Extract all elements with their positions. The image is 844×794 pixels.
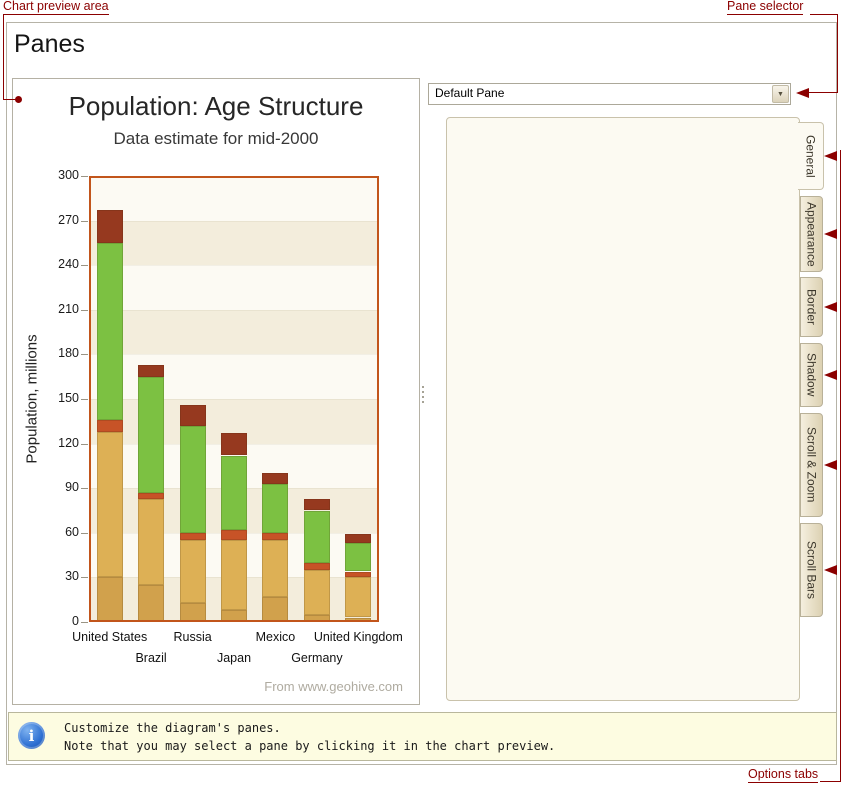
tab-scroll-zoom[interactable]: Scroll & Zoom xyxy=(800,413,823,517)
chart-title: Population: Age Structure xyxy=(13,91,419,122)
chart-preview[interactable]: Population: Age Structure Data estimate … xyxy=(12,78,420,705)
y-tick-mark xyxy=(81,533,88,534)
y-tick-mark xyxy=(81,265,88,266)
y-tick-label: 30 xyxy=(37,569,79,583)
chevron-down-icon[interactable]: ▼ xyxy=(772,85,789,103)
x-axis-label: Germany xyxy=(257,651,377,665)
annotation-arrow-scroll-bars xyxy=(824,565,837,575)
y-tick-label: 180 xyxy=(37,346,79,360)
tab-appearance[interactable]: Appearance xyxy=(800,196,823,272)
y-tick-label: 120 xyxy=(37,436,79,450)
pane-selector-callout: Pane selector xyxy=(727,0,803,15)
callout-line xyxy=(820,781,841,782)
y-tick-label: 60 xyxy=(37,525,79,539)
y-tick-mark xyxy=(81,577,88,578)
info-icon: i xyxy=(18,722,45,749)
info-text: Customize the diagram's panes. Note that… xyxy=(64,719,555,755)
y-tick-mark xyxy=(81,622,88,623)
pane-selector-dropdown[interactable]: Default Pane ▼ xyxy=(428,83,791,105)
y-tick-mark xyxy=(81,444,88,445)
callout-line xyxy=(809,92,838,93)
y-tick-mark xyxy=(81,354,88,355)
tab-shadow[interactable]: Shadow xyxy=(800,343,823,407)
chart-footnote: From www.geohive.com xyxy=(264,679,403,694)
annotation-arrow-scroll-zoom xyxy=(824,460,837,470)
annotation-arrow-border xyxy=(824,302,837,312)
callout-line xyxy=(3,15,4,100)
y-tick-label: 210 xyxy=(37,302,79,316)
callout-dot xyxy=(15,96,22,103)
y-tick-mark xyxy=(81,488,88,489)
tab-scroll-bars[interactable]: Scroll Bars xyxy=(800,523,823,617)
page-title: Panes xyxy=(14,30,85,59)
y-tick-label: 150 xyxy=(37,391,79,405)
annotation-arrow-general xyxy=(824,151,837,161)
annotation-arrow-pane-selector xyxy=(796,88,809,98)
tab-general[interactable]: General xyxy=(798,122,824,190)
y-tick-mark xyxy=(81,399,88,400)
y-tick-label: 90 xyxy=(37,480,79,494)
annotation-arrow-shadow xyxy=(824,370,837,380)
annotation-arrow-appearance xyxy=(824,229,837,239)
y-tick-label: 270 xyxy=(37,213,79,227)
tab-border[interactable]: Border xyxy=(800,277,823,337)
y-tick-mark xyxy=(81,221,88,222)
panel-splitter[interactable] xyxy=(422,386,424,403)
options-tabs-callout: Options tabs xyxy=(748,768,818,783)
callout-line xyxy=(810,14,838,15)
y-tick-mark xyxy=(81,310,88,311)
general-tab-page xyxy=(446,117,800,701)
x-axis-label: United Kingdom xyxy=(298,630,418,644)
info-line-2: Note that you may select a pane by click… xyxy=(64,737,555,755)
panes-settings-screen: Chart preview area Pane selector Options… xyxy=(0,0,844,794)
pane-selector-value: Default Pane xyxy=(429,84,790,103)
info-line-1: Customize the diagram's panes. xyxy=(64,719,555,737)
y-tick-label: 240 xyxy=(37,257,79,271)
chart-subtitle: Data estimate for mid-2000 xyxy=(13,129,419,149)
chart-preview-area-callout: Chart preview area xyxy=(3,0,109,15)
y-tick-label: 300 xyxy=(37,168,79,182)
callout-line xyxy=(837,14,838,93)
y-tick-mark xyxy=(81,176,88,177)
callout-line xyxy=(840,150,841,782)
pane-border xyxy=(89,176,379,622)
y-tick-label: 0 xyxy=(37,614,79,628)
